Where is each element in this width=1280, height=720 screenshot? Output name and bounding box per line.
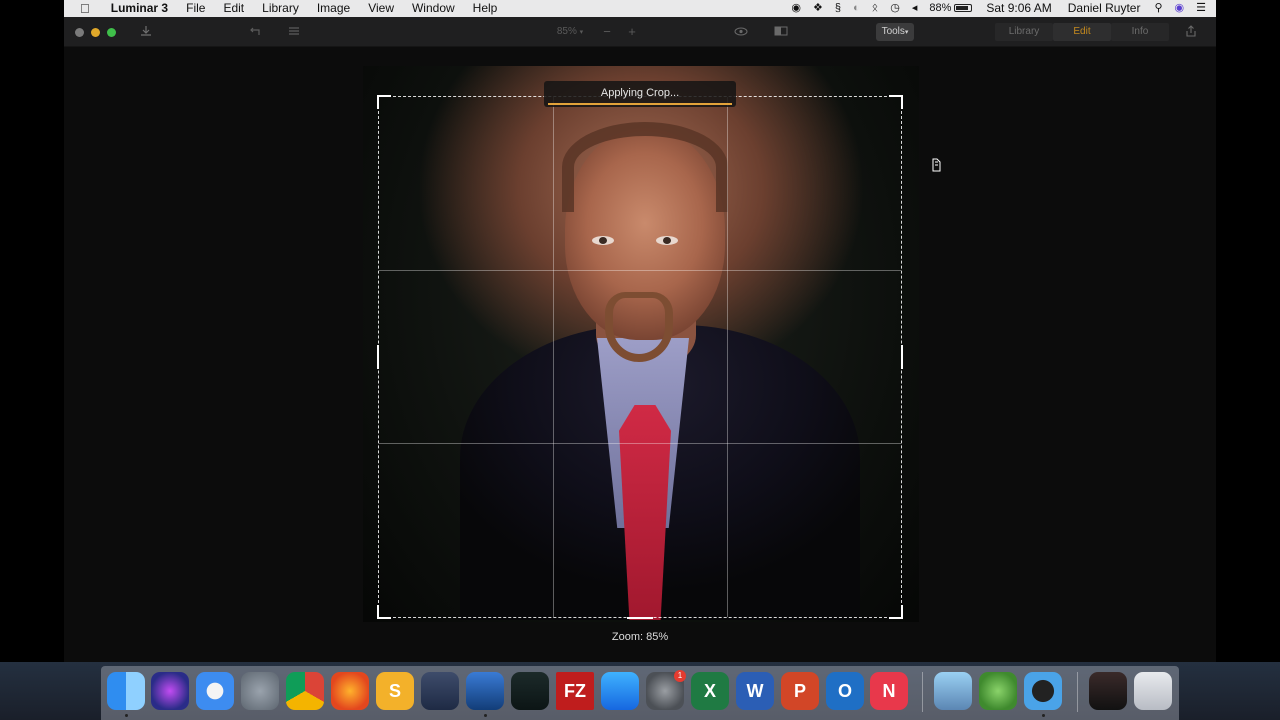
crop-handle-bottom-left[interactable] bbox=[377, 605, 391, 619]
history-button[interactable] bbox=[281, 23, 307, 41]
screen:  Luminar 3 File Edit Library Image View… bbox=[0, 0, 1280, 720]
zoom-dropdown[interactable]: 85% ▾ bbox=[548, 23, 592, 41]
running-indicator bbox=[1042, 714, 1045, 717]
outlook-icon[interactable]: O bbox=[826, 672, 864, 710]
crop-handle-top-left[interactable] bbox=[377, 95, 391, 109]
crop-handle-top-right[interactable] bbox=[889, 95, 903, 109]
status-area: ◉ ❖ § ◐ ᛟ ◷ ◂ 88% Sat 9:06 AM Daniel Ruy… bbox=[785, 0, 1216, 17]
zoom-value: 85% bbox=[556, 26, 577, 37]
crop-handle-right[interactable] bbox=[901, 345, 903, 369]
tab-info[interactable]: Info bbox=[1111, 23, 1169, 41]
menu-file[interactable]: File bbox=[177, 0, 214, 17]
import-button[interactable] bbox=[134, 23, 158, 41]
progress-label: Applying Crop... bbox=[600, 87, 680, 99]
quicktime-icon[interactable] bbox=[1024, 672, 1062, 710]
zoom-window-button[interactable] bbox=[107, 28, 116, 37]
battery-icon bbox=[954, 4, 973, 13]
dock-separator bbox=[1077, 672, 1078, 712]
crop-grid-line bbox=[379, 443, 901, 444]
tools-dropdown[interactable]: Tools▾ bbox=[876, 23, 914, 41]
menu-window[interactable]: Window bbox=[403, 0, 464, 17]
app-store-icon[interactable] bbox=[601, 672, 639, 710]
chevron-down-icon: ▾ bbox=[579, 29, 584, 36]
apple-menu-icon[interactable]:  bbox=[64, 0, 102, 17]
powerpoint-icon[interactable]: P bbox=[781, 672, 819, 710]
filezilla-icon[interactable]: FZ bbox=[556, 672, 594, 710]
crop-grid-line bbox=[553, 97, 554, 617]
menubar:  Luminar 3 File Edit Library Image View… bbox=[64, 0, 1216, 17]
crop-handle-left[interactable] bbox=[377, 345, 379, 369]
green-app-icon[interactable] bbox=[979, 672, 1017, 710]
crop-grid-line bbox=[379, 270, 901, 271]
share-button[interactable] bbox=[1182, 23, 1200, 41]
crop-frame[interactable] bbox=[377, 95, 903, 619]
crop-handle-bottom[interactable] bbox=[627, 617, 653, 619]
wifi-icon[interactable]: ◷ bbox=[884, 0, 906, 17]
app-menu[interactable]: Luminar 3 bbox=[102, 0, 177, 17]
zoom-in-button[interactable]: + bbox=[625, 23, 639, 41]
eye-icon bbox=[734, 27, 748, 36]
layers-icon[interactable] bbox=[421, 672, 459, 710]
menu-image[interactable]: Image bbox=[308, 0, 359, 17]
luminar-icon[interactable] bbox=[466, 672, 504, 710]
chevron-down-icon: ▾ bbox=[904, 29, 909, 36]
word-icon[interactable]: W bbox=[736, 672, 774, 710]
undo-button[interactable] bbox=[246, 23, 266, 41]
undo-icon bbox=[250, 27, 260, 36]
toolbar: 85% ▾ − + Tools▾ Library Edit Info bbox=[64, 17, 1216, 47]
menu-view[interactable]: View bbox=[359, 0, 403, 17]
zoom-out-button[interactable]: − bbox=[600, 23, 614, 41]
excel-icon[interactable]: X bbox=[691, 672, 729, 710]
dropbox-icon[interactable]: ❖ bbox=[807, 0, 829, 17]
preview-icon[interactable] bbox=[934, 672, 972, 710]
siri-icon[interactable] bbox=[151, 672, 189, 710]
photo-thumbnail-icon[interactable] bbox=[1089, 672, 1127, 710]
sync-icon[interactable]: ◐ bbox=[847, 0, 866, 17]
running-indicator bbox=[484, 714, 487, 717]
trash-icon[interactable] bbox=[1134, 672, 1172, 710]
list-icon bbox=[289, 27, 299, 35]
filmora-icon[interactable] bbox=[511, 672, 549, 710]
record-icon[interactable]: ◉ bbox=[785, 0, 807, 17]
minimize-window-button[interactable] bbox=[91, 28, 100, 37]
skype-icon[interactable]: § bbox=[829, 0, 847, 17]
preview-eye-button[interactable] bbox=[732, 23, 750, 41]
volume-icon[interactable]: ◂ bbox=[906, 0, 924, 17]
clock[interactable]: Sat 9:06 AM bbox=[978, 0, 1059, 17]
user-name[interactable]: Daniel Ruyter bbox=[1060, 0, 1149, 17]
zoom-indicator: Zoom: 85% bbox=[611, 631, 669, 643]
compare-button[interactable] bbox=[772, 23, 790, 41]
crop-handle-bottom-right[interactable] bbox=[889, 605, 903, 619]
tab-library[interactable]: Library bbox=[995, 23, 1053, 41]
firefox-icon[interactable] bbox=[331, 672, 369, 710]
running-indicator bbox=[125, 714, 128, 717]
menu-edit[interactable]: Edit bbox=[214, 0, 253, 17]
close-window-button[interactable] bbox=[75, 28, 84, 37]
dock-separator bbox=[922, 672, 923, 712]
finder-icon[interactable] bbox=[107, 672, 145, 710]
tab-edit[interactable]: Edit bbox=[1053, 23, 1111, 41]
menu-help[interactable]: Help bbox=[464, 0, 507, 17]
progress-bar bbox=[548, 103, 732, 105]
crop-grid-line bbox=[727, 97, 728, 617]
share-icon bbox=[1186, 25, 1196, 37]
spotlight-icon[interactable]: ⚲ bbox=[1148, 0, 1168, 17]
tools-label: Tools bbox=[881, 26, 905, 37]
menu-library[interactable]: Library bbox=[253, 0, 308, 17]
progress-bar-fill bbox=[548, 103, 732, 105]
slides-icon[interactable]: S bbox=[376, 672, 414, 710]
battery-status[interactable]: 88% bbox=[923, 0, 978, 17]
news-icon[interactable]: N bbox=[870, 672, 908, 710]
siri-menubar-icon[interactable]: ◉ bbox=[1169, 0, 1191, 17]
safari-icon[interactable] bbox=[196, 672, 234, 710]
download-icon bbox=[141, 26, 151, 36]
chrome-icon[interactable] bbox=[286, 672, 324, 710]
mouse-cursor-icon bbox=[932, 158, 941, 172]
compare-icon bbox=[774, 26, 788, 36]
launchpad-icon[interactable] bbox=[241, 672, 279, 710]
applying-crop-popup: Applying Crop... bbox=[544, 81, 736, 107]
notification-badge: 1 bbox=[674, 670, 686, 682]
bluetooth-icon[interactable]: ᛟ bbox=[866, 0, 885, 17]
notification-center-icon[interactable]: ☰ bbox=[1190, 0, 1216, 17]
